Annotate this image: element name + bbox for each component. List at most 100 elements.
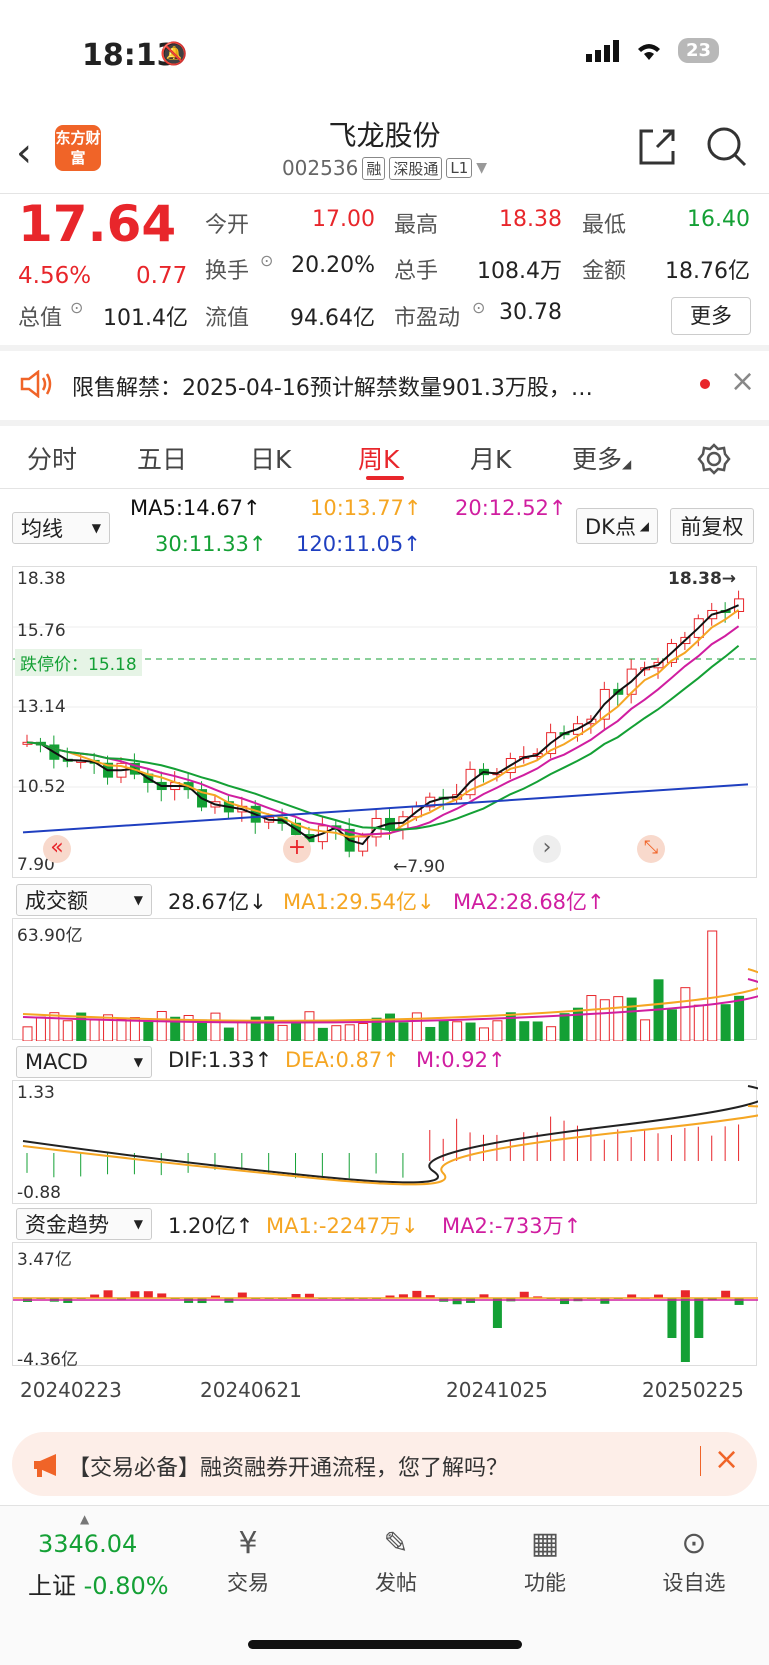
date-label: 20241025	[446, 1378, 548, 1402]
volume-bar	[210, 1012, 221, 1042]
fund-bar	[600, 1298, 610, 1304]
macd-y-top: 1.33	[17, 1083, 55, 1103]
volume-bar	[707, 930, 718, 1042]
notice-text: 限售解禁：2025-04-16预计解禁数量901.3万股，…	[72, 376, 593, 401]
fund-bar	[667, 1298, 677, 1338]
tab-weekly-k[interactable]: 周K	[358, 440, 399, 476]
dk-point-button[interactable]: DK点 ◢	[576, 508, 658, 544]
tab-more[interactable]: 更多◢	[572, 440, 631, 476]
edit-icon: ✎	[383, 1526, 409, 1561]
ad-banner[interactable]: 【交易必备】融资融券开通流程，您了解吗？ ×	[12, 1432, 757, 1496]
date-label: 20240223	[20, 1378, 122, 1402]
kline-y-mid2: 13.14	[17, 697, 66, 717]
index-label: 上证	[28, 1572, 76, 1600]
amount-value: 18.76亿	[665, 259, 750, 284]
nav-trade[interactable]: ¥ 交易	[188, 1526, 308, 1597]
tab-daily-k[interactable]: 日K	[250, 440, 291, 476]
caret-down-icon: ▼	[476, 160, 488, 176]
fund-bar	[412, 1290, 422, 1298]
volume-bar	[693, 1004, 704, 1042]
ma10-label: 10:13.77↑	[310, 496, 422, 520]
share-icon[interactable]	[635, 125, 679, 169]
volume-chart[interactable]: 63.90亿	[12, 918, 769, 1042]
scroll-left-icon[interactable]: «	[43, 835, 71, 863]
ellipsis-icon: ⊙	[681, 1526, 707, 1561]
fund-y-bottom: -4.36亿	[17, 1350, 78, 1370]
volume-bar	[438, 1019, 449, 1042]
more-button[interactable]: 更多	[671, 297, 751, 335]
volume-bar	[599, 999, 610, 1042]
fund-bar	[452, 1298, 462, 1305]
volume-bar	[223, 1027, 234, 1042]
volume-bar	[197, 1019, 208, 1042]
fund-bar	[694, 1298, 704, 1338]
close-icon[interactable]: ×	[714, 1442, 739, 1477]
fund-bar	[519, 1291, 529, 1298]
unlock-notice[interactable]: 限售解禁：2025-04-16预计解禁数量901.3万股，… ×	[0, 350, 769, 418]
kline-chart[interactable]: 18.38 15.76 13.14 10.52 7.90 18.38→ ←7.9…	[12, 566, 758, 878]
period-tabs: 分时 五日 日K 周K 月K 更多◢	[0, 430, 769, 488]
scroll-right-icon[interactable]: ›	[533, 835, 561, 863]
volume-bar	[35, 1016, 46, 1042]
fund-bar	[143, 1291, 153, 1298]
index-value[interactable]: 3346.04	[38, 1530, 137, 1558]
crosshair-icon[interactable]: +	[283, 835, 311, 863]
search-icon[interactable]	[705, 125, 749, 169]
ad-divider	[700, 1446, 701, 1476]
info-icon[interactable]: ⊙	[260, 251, 273, 270]
nav-add-watchlist[interactable]: ⊙ 设自选	[634, 1526, 754, 1597]
expand-icon[interactable]: ⤡	[637, 835, 665, 863]
tag-connect: 深股通	[389, 156, 443, 180]
volume-canvas	[22, 930, 769, 1042]
fund-y-top: 3.47亿	[17, 1250, 72, 1270]
info-icon[interactable]: ⊙	[472, 298, 485, 317]
ma120-label: 120:11.05↑	[296, 532, 421, 556]
volume-bar	[385, 1013, 395, 1042]
volume-bar	[237, 1020, 248, 1042]
caret-up-icon: ▲	[80, 1512, 90, 1526]
volume-bar	[344, 1024, 355, 1042]
volume-bar	[559, 1013, 570, 1042]
tab-five-day[interactable]: 五日	[137, 440, 187, 476]
volume-value: 108.4万	[477, 259, 562, 284]
tab-intraday[interactable]: 分时	[27, 440, 77, 476]
ma-selector[interactable]: 均线 ▼	[12, 512, 110, 544]
adjust-button[interactable]: 前复权	[670, 508, 754, 544]
nav-post[interactable]: ✎ 发帖	[336, 1526, 456, 1597]
volume-bar	[640, 1019, 651, 1042]
dif-line	[22, 1085, 769, 1184]
fund-value-label: 1.20亿↑	[168, 1214, 254, 1238]
volume-bar	[411, 1012, 422, 1042]
current-price: 17.64	[18, 195, 177, 253]
index-row[interactable]: 上证 -0.80%	[28, 1566, 169, 1601]
tag-margin: 融	[362, 156, 386, 180]
fund-selector[interactable]: 资金趋势 ▼	[16, 1208, 152, 1240]
amount-label: 金额	[582, 259, 627, 284]
home-indicator	[248, 1640, 522, 1649]
kline-min-label: ←7.90	[393, 857, 446, 877]
nav-functions[interactable]: ▦ 功能	[485, 1526, 605, 1597]
tab-monthly-k[interactable]: 月K	[470, 440, 511, 476]
fund-bar	[680, 1298, 690, 1362]
fund-chart[interactable]: 3.47亿 -4.36亿	[12, 1242, 758, 1370]
macd-selector[interactable]: MACD ▼	[16, 1046, 152, 1078]
close-icon[interactable]: ×	[730, 364, 755, 399]
kline-y-mid3: 10.52	[17, 777, 66, 797]
low-value: 16.40	[687, 207, 750, 232]
volume-bar	[277, 1024, 288, 1042]
open-value: 17.00	[312, 207, 375, 232]
ad-text: 【交易必备】融资融券开通流程，您了解吗？	[68, 1456, 509, 1481]
gear-icon[interactable]	[697, 442, 731, 476]
fund-ma2-label: MA2:-733万↑	[442, 1214, 582, 1238]
megaphone-icon	[34, 1454, 56, 1477]
volume-selector[interactable]: 成交额 ▼	[16, 884, 152, 916]
fund-ma1-label: MA1:-2247万↓	[266, 1214, 419, 1238]
macd-chart[interactable]: 1.33 -0.88	[12, 1080, 769, 1204]
volume-bar	[317, 1027, 328, 1042]
kline-y-top: 18.38	[17, 569, 66, 589]
ma20-label: 20:12.52↑	[455, 496, 567, 520]
status-icons: 23	[585, 38, 719, 63]
turnover-value: 20.20%	[291, 253, 375, 278]
info-icon[interactable]: ⊙	[70, 298, 83, 317]
kline-canvas	[13, 590, 758, 858]
